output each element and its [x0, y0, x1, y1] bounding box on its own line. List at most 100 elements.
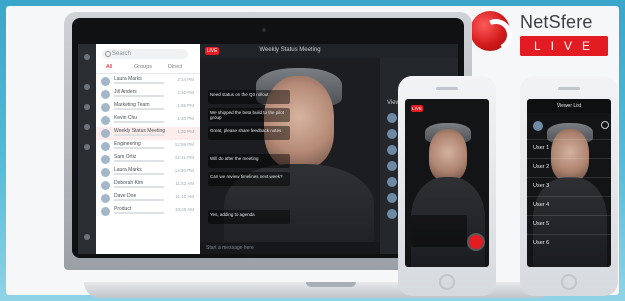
avatar	[387, 129, 397, 139]
conversation-time: 2:14 PM	[177, 77, 194, 82]
contacts-nav-icon[interactable]	[84, 104, 90, 110]
conversation-item[interactable]: Jill Anders 2:10 PM	[96, 88, 200, 101]
phone-topbar: Viewer List	[527, 99, 611, 113]
message-preview	[114, 95, 164, 97]
conversation-item[interactable]: Engineering 12:58 PM	[96, 140, 200, 153]
conversation-sidebar: Search All Groups Direct Laura Marks 2:14…	[96, 44, 200, 254]
viewer-name: User 2	[533, 164, 550, 170]
conversation-item[interactable]: Kevin Chu 1:40 PM	[96, 114, 200, 127]
home-button-icon[interactable]	[439, 274, 455, 290]
message-composer[interactable]: Start a message here	[200, 242, 380, 254]
avatar	[101, 168, 110, 177]
viewer-name: User 4	[533, 202, 550, 208]
viewer-name: User 5	[533, 221, 550, 227]
avatar	[387, 113, 397, 123]
settings-nav-icon[interactable]	[84, 144, 90, 150]
chat-nav-icon[interactable]	[84, 84, 90, 90]
viewer-list-title: Viewer List	[556, 103, 582, 109]
netsfere-logo-icon	[470, 11, 510, 51]
viewer-name: User 6	[533, 240, 550, 246]
message-preview	[114, 147, 164, 149]
conversation-time: 1:55 PM	[177, 103, 194, 108]
chat-message: Yes, adding to agenda	[208, 210, 290, 224]
message-preview	[114, 108, 164, 110]
conversation-tabs: All Groups Direct	[96, 63, 200, 74]
profile-avatar-icon[interactable]	[533, 121, 543, 131]
search-icon	[105, 51, 111, 57]
conversation-item[interactable]: Deborah Kim 11:52 AM	[96, 179, 200, 192]
message-preview	[114, 160, 164, 162]
avatar	[101, 90, 110, 99]
phone-viewer: Viewer List User 1 User 2 User 3 User 4 …	[520, 76, 618, 296]
laptop-notch	[306, 282, 356, 287]
files-nav-icon[interactable]	[84, 124, 90, 130]
speaker-grille	[436, 87, 458, 90]
phone-screen: Viewer List User 1 User 2 User 3 User 4 …	[527, 99, 611, 267]
avatar	[387, 161, 397, 171]
brand-name: NetSfere	[520, 12, 593, 32]
viewer-list-item[interactable]: User 5	[527, 215, 611, 234]
app-nav-rail	[78, 44, 96, 254]
chat-overlay: Need status on the Q3 rollout We shipped…	[208, 90, 290, 230]
avatar	[101, 142, 110, 151]
composer-placeholder: Start a message here	[206, 245, 254, 251]
tab-groups[interactable]: Groups	[134, 64, 152, 70]
conversation-time: 12:30 PM	[174, 168, 194, 173]
tab-direct[interactable]: Direct	[168, 64, 182, 70]
avatar	[387, 145, 397, 155]
netsfere-live-logo: NetSfere LIVE	[470, 8, 620, 58]
brand-live-badge: LIVE	[520, 36, 608, 56]
viewer-name: User 1	[533, 145, 550, 151]
conversation-item[interactable]: Marketing Team 1:55 PM	[96, 101, 200, 114]
avatar	[101, 116, 110, 125]
conversation-item[interactable]: Dave Doe 11:10 AM	[96, 192, 200, 205]
conversation-time: 11:52 AM	[175, 181, 194, 186]
conversation-item[interactable]: Laura Marks 2:14 PM	[96, 75, 200, 88]
phone-broadcaster: LIVE	[398, 76, 496, 296]
live-video-panel: LIVE Weekly Status Meeting Need status o…	[200, 44, 380, 254]
avatar	[387, 209, 397, 219]
avatar	[101, 103, 110, 112]
conversation-time: 1:40 PM	[177, 116, 194, 121]
profile-avatar-icon[interactable]	[84, 54, 90, 60]
chat-message: Great, please share feedback notes	[208, 126, 290, 140]
chat-message: We shipped the beta build to the pilot g…	[208, 108, 290, 122]
conversation-item[interactable]: Product 10:45 AM	[96, 205, 200, 218]
user-avatar-icon[interactable]	[84, 234, 90, 240]
avatar	[101, 77, 110, 86]
tab-all[interactable]: All	[106, 64, 112, 70]
message-preview	[114, 82, 164, 84]
avatar	[387, 193, 397, 203]
viewer-list-item[interactable]: User 6	[527, 234, 611, 253]
avatar	[101, 194, 110, 203]
speaker-grille	[558, 87, 580, 90]
home-button-icon[interactable]	[561, 274, 577, 290]
viewer-list-item[interactable]: User 2	[527, 158, 611, 177]
conversation-item[interactable]: Laura Marks 12:30 PM	[96, 166, 200, 179]
promo-stage: NetSfere LIVE Search All Groups Direct L…	[0, 0, 625, 301]
conversation-time: 1:32 PM	[177, 129, 194, 134]
viewer-name: User 3	[533, 183, 550, 189]
conversation-time: 10:45 AM	[174, 207, 194, 212]
chat-message: Can we review timelines next week?	[208, 172, 290, 186]
settings-icon[interactable]	[601, 121, 609, 129]
record-button[interactable]	[469, 235, 483, 249]
phone-screen: LIVE	[405, 99, 489, 267]
conversation-item-active[interactable]: Weekly Status Meeting 1:32 PM	[96, 127, 200, 140]
viewers-topbar	[380, 44, 458, 58]
search-input[interactable]: Search	[102, 49, 188, 59]
viewer-list-item[interactable]: User 3	[527, 177, 611, 196]
viewer-list-item[interactable]: User 4	[527, 196, 611, 215]
viewer-list-item[interactable]: User 1	[527, 139, 611, 158]
avatar	[101, 155, 110, 164]
message-preview	[114, 186, 164, 188]
conversation-list: Laura Marks 2:14 PM Jill Anders 2:10 PM Ma…	[96, 75, 200, 218]
presenter-face	[429, 129, 467, 181]
message-preview	[114, 173, 164, 175]
chat-message: Need status on the Q3 rollout	[208, 90, 290, 104]
chat-overlay	[411, 215, 467, 247]
avatar	[387, 177, 397, 187]
avatar	[101, 129, 110, 138]
conversation-item[interactable]: Sam Ortiz 12:41 PM	[96, 153, 200, 166]
webcam-icon	[262, 28, 266, 32]
